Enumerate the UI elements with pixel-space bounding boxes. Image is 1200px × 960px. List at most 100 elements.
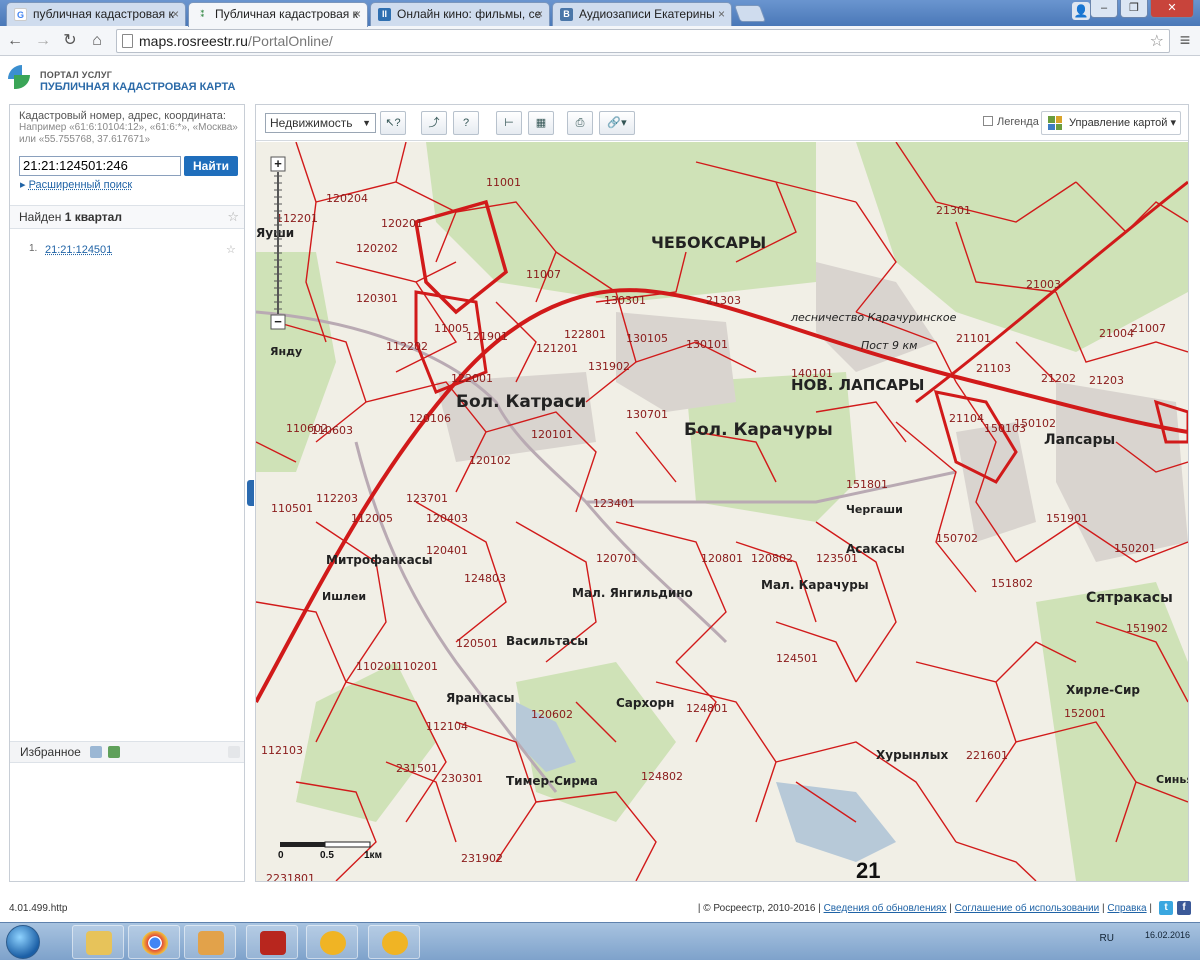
legend-checkbox[interactable]: Легенда xyxy=(983,116,1039,128)
parcel-number-label[interactable]: 130105 xyxy=(626,332,668,345)
parcel-number-label[interactable]: 150702 xyxy=(936,532,978,545)
star-icon[interactable]: ☆ xyxy=(227,206,239,228)
parcel-number-label[interactable]: 120202 xyxy=(356,242,398,255)
parcel-number-label[interactable]: 120102 xyxy=(469,454,511,467)
updates-link[interactable]: Сведения об обновлениях xyxy=(824,903,947,914)
parcel-number-label[interactable]: 21101 xyxy=(956,332,991,345)
portal-title[interactable]: ПУБЛИЧНАЯ КАДАСТРОВАЯ КАРТА xyxy=(40,81,235,93)
back-icon[interactable]: ← xyxy=(4,30,26,52)
forward-icon[interactable]: → xyxy=(32,30,54,52)
taskbar-app-1[interactable] xyxy=(306,925,358,959)
parcel-number-label[interactable]: 122001 xyxy=(451,372,493,385)
browser-tab-4[interactable]: B Аудиозаписи Екатерины × xyxy=(552,2,732,26)
browser-tab-1[interactable]: G публичная кадастровая к × xyxy=(6,2,186,26)
taskbar-media-player[interactable] xyxy=(184,925,236,959)
parcel-number-label[interactable]: 120106 xyxy=(409,412,451,425)
parcel-number-label[interactable]: 112202 xyxy=(386,340,428,353)
parcel-number-label[interactable]: 152001 xyxy=(1064,707,1106,720)
parcel-number-label[interactable]: 120301 xyxy=(356,292,398,305)
reload-icon[interactable]: ↻ xyxy=(59,30,81,52)
parcel-number-label[interactable]: 21303 xyxy=(706,294,741,307)
parcel-number-label[interactable]: 11007 xyxy=(526,268,561,281)
parcel-number-label[interactable]: 120101 xyxy=(531,428,573,441)
parcel-number-label[interactable]: 120802 xyxy=(751,552,793,565)
minimize-button[interactable]: – xyxy=(1090,0,1118,18)
parcel-number-label[interactable]: 112201 xyxy=(276,212,318,225)
parcel-number-label[interactable]: 123701 xyxy=(406,492,448,505)
result-link[interactable]: 21:21:124501 xyxy=(45,244,112,256)
parcel-number-label[interactable]: 124801 xyxy=(686,702,728,715)
parcel-number-label[interactable]: 151901 xyxy=(1046,512,1088,525)
identify-tool-button[interactable]: ↖? xyxy=(380,111,406,135)
parcel-number-label[interactable]: 131902 xyxy=(588,360,630,373)
export-favorite-icon[interactable] xyxy=(108,746,120,758)
parcel-number-label[interactable]: 150102 xyxy=(1014,417,1056,430)
parcel-number-label[interactable]: 11001 xyxy=(486,176,521,189)
parcel-number-label[interactable]: 2231801 xyxy=(266,872,315,881)
new-tab-button[interactable] xyxy=(733,5,767,22)
parcel-number-label[interactable]: 112104 xyxy=(426,720,468,733)
parcel-number-label[interactable]: 21104 xyxy=(949,412,984,425)
parcel-number-label[interactable]: 130101 xyxy=(686,338,728,351)
close-tab-icon[interactable]: × xyxy=(718,3,725,25)
parcel-number-label[interactable]: 11005 xyxy=(434,322,469,335)
parcel-number-label[interactable]: 231501 xyxy=(396,762,438,775)
parcel-number-label[interactable]: 124802 xyxy=(641,770,683,783)
parcel-number-label[interactable]: 120201 xyxy=(381,217,423,230)
parcel-number-label[interactable]: 120204 xyxy=(326,192,368,205)
parcel-number-label[interactable]: 120801 xyxy=(701,552,743,565)
chrome-menu-icon[interactable]: ≡ xyxy=(1176,30,1194,52)
close-window-button[interactable]: ✕ xyxy=(1150,0,1194,18)
measure-area-button[interactable]: ▦ xyxy=(528,111,554,135)
taskbar-explorer[interactable] xyxy=(72,925,124,959)
star-icon[interactable]: ☆ xyxy=(226,243,236,256)
parcel-number-label[interactable]: 124803 xyxy=(464,572,506,585)
measure-length-button[interactable]: ⊢ xyxy=(496,111,522,135)
close-tab-icon[interactable]: × xyxy=(172,3,179,25)
taskbar-app-2[interactable] xyxy=(368,925,420,959)
parcel-number-label[interactable]: 124501 xyxy=(776,652,818,665)
close-tab-icon[interactable]: × xyxy=(536,3,543,25)
parcel-number-label[interactable]: 112203 xyxy=(316,492,358,505)
parcel-number-label[interactable]: 120602 xyxy=(531,708,573,721)
layer-select[interactable]: Недвижимость ▼ xyxy=(265,113,376,133)
terms-link[interactable]: Соглашение об использовании xyxy=(955,903,1100,914)
collapse-panel-handle[interactable] xyxy=(247,480,254,506)
parcel-number-label[interactable]: 230301 xyxy=(441,772,483,785)
parcel-number-label[interactable]: 130701 xyxy=(626,408,668,421)
parcel-number-label[interactable]: 110201 xyxy=(396,660,438,673)
parcel-number-label[interactable]: 151902 xyxy=(1126,622,1168,635)
parcel-number-label[interactable]: 120403 xyxy=(426,512,468,525)
user-profile-icon[interactable]: 👤 xyxy=(1072,2,1090,20)
parcel-number-label[interactable]: 21301 xyxy=(936,204,971,217)
measure-tool-button[interactable]: ⤴ xyxy=(421,111,447,135)
add-favorite-icon[interactable] xyxy=(90,746,102,758)
map-canvas[interactable]: 11001 11005 11007 21301 21303 130301 21003 1301… xyxy=(256,142,1188,881)
maximize-button[interactable]: ❐ xyxy=(1120,0,1148,18)
parcel-number-label[interactable]: 110603 xyxy=(311,424,353,437)
parcel-number-label[interactable]: 110201 xyxy=(356,660,398,673)
parcel-number-label[interactable]: 151802 xyxy=(991,577,1033,590)
home-icon[interactable]: ⌂ xyxy=(86,30,108,52)
twitter-icon[interactable]: t xyxy=(1159,901,1173,915)
info-tool-button[interactable]: ? xyxy=(453,111,479,135)
parcel-number-label[interactable]: 21103 xyxy=(976,362,1011,375)
parcel-number-label[interactable]: 123401 xyxy=(593,497,635,510)
portal-logo[interactable] xyxy=(8,65,32,91)
parcel-number-label[interactable]: 130301 xyxy=(604,294,646,307)
taskbar-acrobat[interactable] xyxy=(246,925,298,959)
parcel-number-label[interactable]: 21004 xyxy=(1099,327,1134,340)
parcel-number-label[interactable]: 21203 xyxy=(1089,374,1124,387)
address-bar[interactable]: maps.rosreestr.ru/PortalOnline/ ☆ xyxy=(116,29,1170,53)
parcel-number-label[interactable]: 150201 xyxy=(1114,542,1156,555)
link-button[interactable]: 🔗▾ xyxy=(599,111,635,135)
bookmark-star-icon[interactable]: ☆ xyxy=(1150,31,1164,53)
manage-map-button[interactable]: Управление картой ▾ xyxy=(1041,111,1181,135)
start-button[interactable] xyxy=(6,925,40,959)
print-button[interactable]: ⎙ xyxy=(567,111,593,135)
taskbar-chrome[interactable] xyxy=(128,925,180,959)
close-tab-icon[interactable]: × xyxy=(354,3,361,25)
parcel-number-label[interactable]: 21007 xyxy=(1131,322,1166,335)
parcel-number-label[interactable]: 21202 xyxy=(1041,372,1076,385)
parcel-number-label[interactable]: 122801 xyxy=(564,328,606,341)
